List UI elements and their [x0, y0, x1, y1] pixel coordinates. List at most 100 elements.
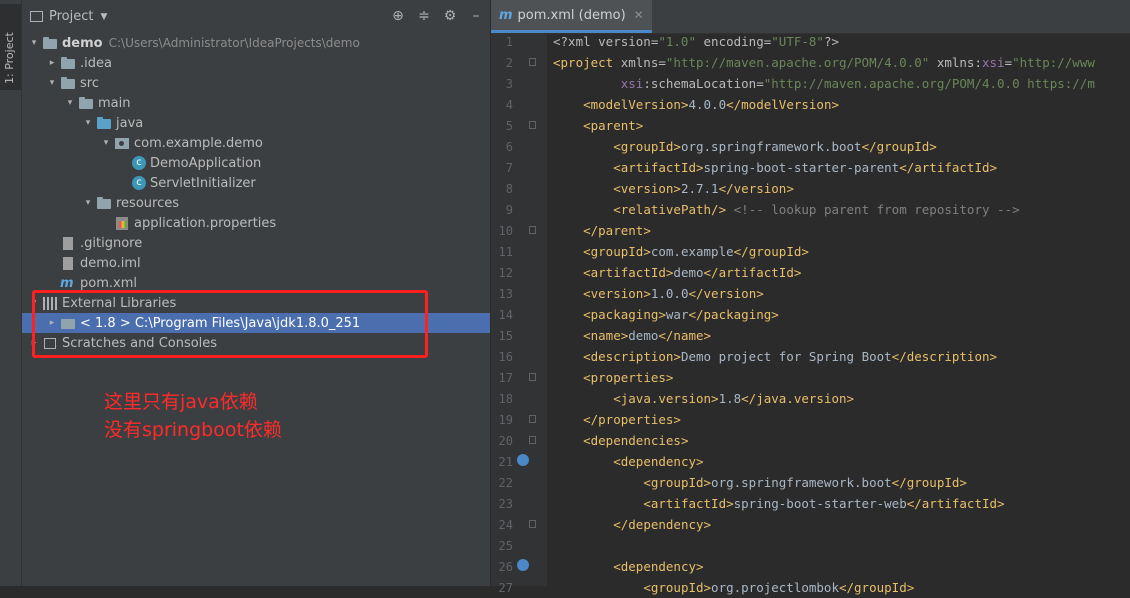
code-text: <packaging>war</packaging> [583, 307, 779, 322]
chevron-down-icon[interactable]: ▾ [44, 78, 60, 88]
code-line[interactable]: 5 <parent> [491, 115, 1095, 136]
code-line[interactable]: 3 xsi:schemaLocation="http://maven.apach… [491, 73, 1095, 94]
source-folder-icon [96, 116, 112, 130]
gutter-marker [513, 31, 547, 52]
code-text: </parent> [583, 223, 651, 238]
line-number: 27 [498, 580, 513, 595]
code-line[interactable]: 16 <description>Demo project for Spring … [491, 346, 1095, 367]
code-line[interactable]: 11 <groupId>com.example</groupId> [491, 241, 1095, 262]
gutter-marker [513, 325, 547, 346]
fold-icon[interactable] [529, 415, 536, 423]
code-lines[interactable]: 1 <?xml version="1.0" encoding="UTF-8"?> 2… [491, 31, 1095, 598]
fold-icon[interactable] [529, 121, 536, 129]
dependency-gutter-icon[interactable] [517, 559, 529, 571]
chevron-down-icon[interactable]: ▾ [62, 98, 78, 108]
code-line[interactable]: 22 <groupId>org.springframework.boot</gr… [491, 472, 1095, 493]
tree-item[interactable]: ▾ main [22, 93, 490, 113]
gutter-marker [513, 472, 547, 493]
maven-icon: m [60, 275, 74, 291]
code-line[interactable]: 8 <version>2.7.1</version> [491, 178, 1095, 199]
line-number: 14 [498, 307, 513, 322]
code-line[interactable]: 17 <properties> [491, 367, 1095, 388]
tab-label: pom.xml (demo) [517, 7, 626, 23]
tree-item[interactable]: .gitignore [22, 233, 490, 253]
close-icon[interactable]: ✕ [634, 8, 644, 22]
gutter-marker [513, 535, 547, 556]
tree-item-label: com.example.demo [134, 135, 263, 151]
folder-icon [60, 76, 76, 90]
project-view-icon [30, 11, 43, 22]
file-icon [60, 256, 76, 270]
hide-icon[interactable]: – [468, 8, 484, 24]
line-number: 15 [498, 328, 513, 343]
dependency-gutter-icon[interactable] [517, 454, 529, 466]
collapse-icon[interactable]: ≑ [416, 8, 432, 24]
tree-item[interactable]: ▸ .idea [22, 53, 490, 73]
project-panel-header: Project ▼ ⊕ ≑ ⚙ – [22, 0, 490, 33]
code-line[interactable]: 18 <java.version>1.8</java.version> [491, 388, 1095, 409]
code-text: <dependency> [613, 559, 704, 574]
chevron-down-icon[interactable]: ▾ [80, 118, 96, 128]
code-line[interactable]: 1 <?xml version="1.0" encoding="UTF-8"?> [491, 31, 1095, 52]
project-tool-tab[interactable]: 1: Project [0, 4, 21, 90]
code-line[interactable]: 15 <name>demo</name> [491, 325, 1095, 346]
chevron-down-icon[interactable]: ▾ [80, 198, 96, 208]
code-text: <project xmlns="http://maven.apache.org/… [553, 55, 1095, 70]
code-text: <dependencies> [583, 433, 689, 448]
code-line[interactable]: 12 <artifactId>demo</artifactId> [491, 262, 1095, 283]
tree-item[interactable]: ▾ java [22, 113, 490, 133]
tree-item[interactable]: application.properties [22, 213, 490, 233]
tree-item[interactable]: c ServletInitializer [22, 173, 490, 193]
code-line[interactable]: 13 <version>1.0.0</version> [491, 283, 1095, 304]
code-line[interactable]: 23 <artifactId>spring-boot-starter-web</… [491, 493, 1095, 514]
code-text: <groupId>com.example</groupId> [583, 244, 809, 259]
code-text: <properties> [583, 370, 674, 385]
line-number: 23 [498, 496, 513, 511]
code-text: <version>2.7.1</version> [613, 181, 794, 196]
crosshair-icon[interactable]: ⊕ [390, 8, 406, 24]
code-line[interactable]: 10 </parent> [491, 220, 1095, 241]
code-line[interactable]: 24 </dependency> [491, 514, 1095, 535]
gutter-marker [513, 283, 547, 304]
fold-icon[interactable] [529, 436, 536, 444]
line-number: 21 [498, 454, 513, 469]
code-line[interactable]: 4 <modelVersion>4.0.0</modelVersion> [491, 94, 1095, 115]
code-line[interactable]: 27 <groupId>org.projectlombok</groupId> [491, 577, 1095, 598]
code-line[interactable]: 6 <groupId>org.springframework.boot</gro… [491, 136, 1095, 157]
code-line[interactable]: 19 </properties> [491, 409, 1095, 430]
code-line[interactable]: 2 <project xmlns="http://maven.apache.org… [491, 52, 1095, 73]
code-line[interactable]: 25 [491, 535, 1095, 556]
code-text: <groupId>org.projectlombok</groupId> [643, 580, 915, 595]
tree-item[interactable]: ▾ com.example.demo [22, 133, 490, 153]
fold-icon[interactable] [529, 58, 536, 66]
chevron-down-icon[interactable]: ▾ [26, 38, 42, 48]
chevron-right-icon[interactable]: ▸ [44, 58, 60, 68]
fold-icon[interactable] [529, 520, 536, 528]
tree-item[interactable]: ▾ src [22, 73, 490, 93]
tab-pom-xml[interactable]: m pom.xml (demo) ✕ [491, 0, 652, 33]
line-number: 11 [498, 244, 513, 259]
code-line[interactable]: 9 <relativePath/> <!-- lookup parent fro… [491, 199, 1095, 220]
fold-icon[interactable] [529, 373, 536, 381]
chevron-down-icon[interactable]: ▾ [98, 138, 114, 148]
code-text: <description>Demo project for Spring Boo… [583, 349, 998, 364]
line-number: 22 [498, 475, 513, 490]
code-line[interactable]: 20 <dependencies> [491, 430, 1095, 451]
chevron-down-icon[interactable]: ▼ [100, 12, 107, 22]
gear-icon[interactable]: ⚙ [442, 8, 458, 24]
fold-icon[interactable] [529, 226, 536, 234]
code-line[interactable]: 26 <dependency> [491, 556, 1095, 577]
tree-item[interactable]: c DemoApplication [22, 153, 490, 173]
gutter-marker [513, 199, 547, 220]
gutter-marker [513, 157, 547, 178]
tree-item-label: application.properties [134, 215, 277, 231]
tree-item[interactable]: ▾ resources [22, 193, 490, 213]
tree-item[interactable]: ▾ demo C:\Users\Administrator\IdeaProjects… [22, 33, 490, 53]
code-line[interactable]: 14 <packaging>war</packaging> [491, 304, 1095, 325]
tree-item[interactable]: demo.iml [22, 253, 490, 273]
code-line[interactable]: 21 <dependency> [491, 451, 1095, 472]
gutter-marker [513, 430, 547, 451]
code-text: <artifactId>demo</artifactId> [583, 265, 802, 280]
project-panel-title[interactable]: Project [49, 9, 93, 24]
code-line[interactable]: 7 <artifactId>spring-boot-starter-parent… [491, 157, 1095, 178]
